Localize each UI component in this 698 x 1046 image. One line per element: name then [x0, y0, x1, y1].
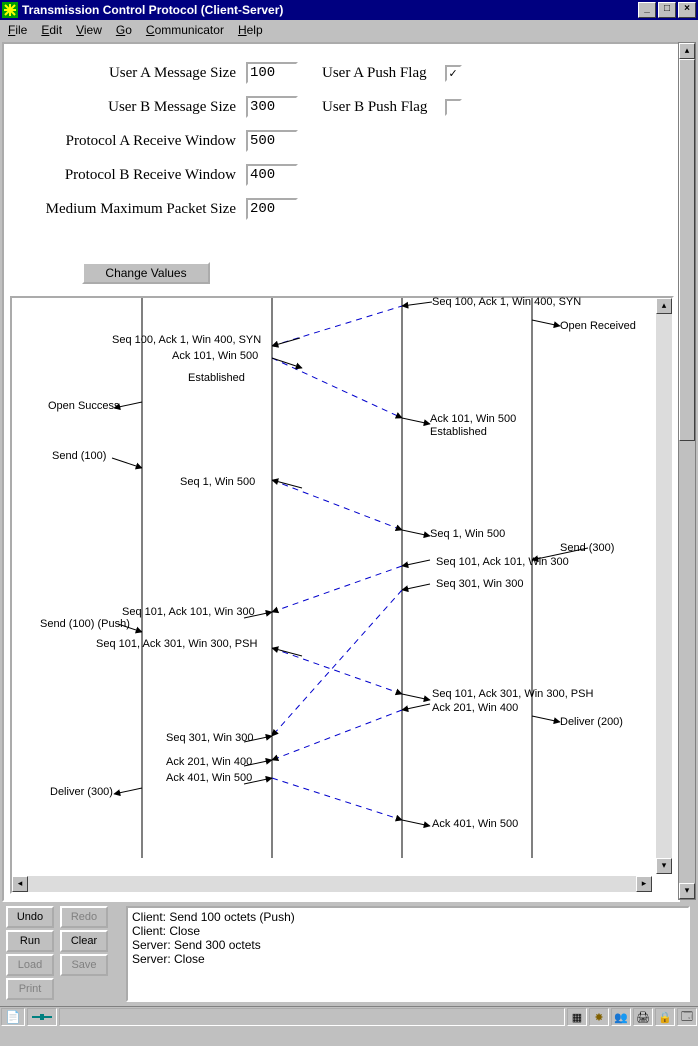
- main-pane: User A Message Size User A Push Flag ✓ U…: [2, 42, 680, 902]
- diagram-vertical-scrollbar[interactable]: ▴ ▾: [656, 298, 672, 874]
- scroll-up-icon[interactable]: ▴: [679, 43, 695, 59]
- diagram-label: Send (300): [560, 542, 614, 554]
- close-button[interactable]: ×: [678, 2, 696, 18]
- diagram-label: Seq 101, Ack 101, Win 300: [436, 556, 569, 568]
- bottom-panel: Undo Redo Run Clear Load Save Print Clie…: [2, 902, 694, 1006]
- diagram-label: Ack 201, Win 400: [432, 702, 518, 714]
- diagram-label: Ack 401, Win 500: [166, 772, 252, 784]
- load-button[interactable]: Load: [6, 954, 54, 976]
- scroll-right-icon[interactable]: ▸: [636, 876, 652, 892]
- diagram-label: Ack 401, Win 500: [432, 818, 518, 830]
- log-output[interactable]: Client: Send 100 octets (Push) Client: C…: [126, 906, 690, 1002]
- protocol-a-window-input[interactable]: [246, 130, 298, 152]
- diagram-label: Established: [188, 372, 245, 384]
- title-bar: Transmission Control Protocol (Client-Se…: [0, 0, 698, 20]
- minimize-button[interactable]: _: [638, 2, 656, 18]
- menu-file[interactable]: File: [8, 23, 27, 37]
- status-message: [59, 1008, 565, 1026]
- menu-edit[interactable]: Edit: [41, 23, 62, 37]
- diagram-label: Send (100): [52, 450, 106, 462]
- status-net-icon[interactable]: [27, 1008, 57, 1026]
- diagram-label: Seq 101, Ack 101, Win 300: [122, 606, 255, 618]
- scroll-down-icon[interactable]: ▾: [656, 858, 672, 874]
- maximize-button[interactable]: □: [658, 2, 676, 18]
- undo-button[interactable]: Undo: [6, 906, 54, 928]
- protocol-b-window-input[interactable]: [246, 164, 298, 186]
- protocol-b-window-label: Protocol B Receive Window: [14, 167, 246, 184]
- action-button-grid: Undo Redo Run Clear Load Save Print: [2, 902, 126, 1006]
- menu-communicator[interactable]: Communicator: [146, 23, 224, 37]
- user-a-size-input[interactable]: [246, 62, 298, 84]
- diagram-label: Seq 100, Ack 1, Win 400, SYN: [112, 334, 261, 346]
- redo-button[interactable]: Redo: [60, 906, 108, 928]
- protocol-a-window-label: Protocol A Receive Window: [14, 133, 246, 150]
- print-button[interactable]: Print: [6, 978, 54, 1000]
- diagram-label: Deliver (300): [50, 786, 113, 798]
- medium-max-label: Medium Maximum Packet Size: [14, 201, 246, 218]
- diagram-label: Seq 301, Win 300: [436, 578, 523, 590]
- status-tray-icon[interactable]: ✸: [589, 1008, 609, 1026]
- diagram-label: Send (100) (Push): [40, 618, 130, 630]
- diagram-label: Seq 101, Ack 301, Win 300, PSH: [96, 638, 257, 650]
- user-b-size-input[interactable]: [246, 96, 298, 118]
- main-vertical-scrollbar[interactable]: ▴ ▾: [678, 42, 696, 900]
- parameter-panel: User A Message Size User A Push Flag ✓ U…: [14, 56, 462, 226]
- clear-button[interactable]: Clear: [60, 930, 108, 952]
- app-icon: [2, 2, 18, 18]
- user-b-size-label: User B Message Size: [14, 99, 246, 116]
- diagram-label: Seq 101, Ack 301, Win 300, PSH: [432, 688, 593, 700]
- user-a-push-label: User A Push Flag: [322, 65, 427, 82]
- user-b-push-label: User B Push Flag: [322, 99, 427, 116]
- user-a-size-label: User A Message Size: [14, 65, 246, 82]
- window-buttons: _ □ ×: [638, 2, 696, 18]
- status-tray-icon[interactable]: 👥: [611, 1008, 631, 1026]
- diagram-label: Seq 1, Win 500: [430, 528, 505, 540]
- scroll-down-icon[interactable]: ▾: [679, 883, 695, 899]
- content-area: User A Message Size User A Push Flag ✓ U…: [0, 40, 698, 1026]
- diagram-label: Ack 101, Win 500: [172, 350, 258, 362]
- save-button[interactable]: Save: [60, 954, 108, 976]
- status-doc-icon[interactable]: 📄: [1, 1008, 25, 1026]
- diagram-horizontal-scrollbar[interactable]: ◂ ▸: [12, 876, 652, 892]
- diagram-label: Open Success: [48, 400, 120, 412]
- diagram-frame: Seq 100, Ack 1, Win 400, SYN Open Receiv…: [10, 296, 674, 894]
- window-title: Transmission Control Protocol (Client-Se…: [22, 3, 638, 17]
- status-bar: 📄 ▦ ✸ 👥 🖨 🔒 🗔: [0, 1006, 698, 1027]
- sequence-diagram: Seq 100, Ack 1, Win 400, SYN Open Receiv…: [12, 298, 652, 858]
- scroll-thumb[interactable]: [679, 59, 695, 441]
- medium-max-input[interactable]: [246, 198, 298, 220]
- diagram-label: Open Received: [560, 320, 636, 332]
- status-tray-icon[interactable]: 🔒: [655, 1008, 675, 1026]
- diagram-label: Deliver (200): [560, 716, 623, 728]
- menu-go[interactable]: Go: [116, 23, 132, 37]
- diagram-label: Seq 100, Ack 1, Win 400, SYN: [432, 296, 581, 308]
- status-tray-icon[interactable]: 🗔: [677, 1008, 697, 1026]
- diagram-label: Established: [430, 426, 487, 438]
- menu-view[interactable]: View: [76, 23, 102, 37]
- diagram-label: Ack 101, Win 500: [430, 413, 516, 425]
- status-tray-icon[interactable]: ▦: [567, 1008, 587, 1026]
- run-button[interactable]: Run: [6, 930, 54, 952]
- diagram-label: Seq 1, Win 500: [180, 476, 255, 488]
- scroll-left-icon[interactable]: ◂: [12, 876, 28, 892]
- status-tray-icon[interactable]: 🖨: [633, 1008, 653, 1026]
- diagram-label: Seq 301, Win 300: [166, 732, 253, 744]
- diagram-label: Ack 201, Win 400: [166, 756, 252, 768]
- user-a-push-checkbox[interactable]: ✓: [445, 65, 462, 82]
- change-values-button[interactable]: Change Values: [82, 262, 210, 284]
- user-b-push-checkbox[interactable]: [445, 99, 462, 116]
- menu-help[interactable]: Help: [238, 23, 263, 37]
- menu-bar: File Edit View Go Communicator Help: [0, 20, 698, 41]
- scroll-up-icon[interactable]: ▴: [656, 298, 672, 314]
